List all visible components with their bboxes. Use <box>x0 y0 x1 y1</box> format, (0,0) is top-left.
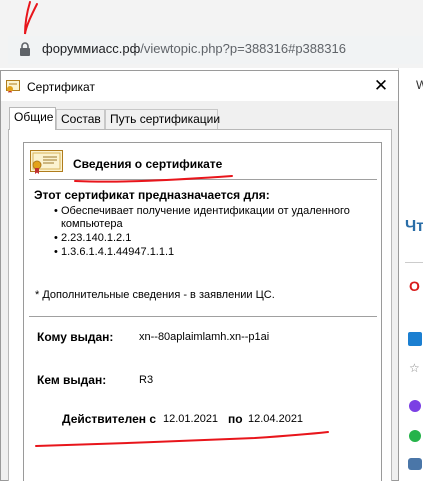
purpose-list: Обеспечивает получение идентификации от … <box>54 205 361 260</box>
star-icon[interactable]: ☆ <box>409 361 420 375</box>
page-text-red: О <box>409 278 420 294</box>
purpose-item: 2.23.140.1.2.1 <box>54 232 361 245</box>
issued-to-label: Кому выдан: <box>37 330 114 344</box>
valid-to-label: по <box>228 412 243 426</box>
separator <box>29 179 377 181</box>
separator <box>29 316 377 318</box>
tab-general[interactable]: Общие <box>9 107 56 130</box>
whatsapp-icon[interactable] <box>409 430 421 442</box>
purpose-item: 1.3.6.1.4.1.44947.1.1.1 <box>54 246 361 259</box>
page-text-w: W <box>416 78 423 92</box>
url-path: /viewtopic.php?p=388316#p388316 <box>140 41 346 56</box>
issued-by-value[interactable]: R3 <box>139 374 153 386</box>
certificate-heading: Сведения о сертификате <box>73 157 223 171</box>
lock-icon[interactable] <box>19 42 31 56</box>
valid-from-date: 12.01.2021 <box>163 413 219 425</box>
page-divider <box>405 262 423 263</box>
browser-toolbar: форуммиасс.рф/viewtopic.php?p=388316#p38… <box>0 0 423 68</box>
background-page: W Что О ☆ <box>398 68 423 481</box>
page-text-chto: Что <box>405 218 423 235</box>
certificate-large-icon <box>30 150 63 174</box>
certificate-icon <box>6 80 20 93</box>
valid-to-date: 12.04.2021 <box>248 413 304 425</box>
purpose-title: Этот сертификат предназначается для: <box>34 188 270 202</box>
issued-by-label: Кем выдан: <box>37 373 107 387</box>
certificate-info-box: Сведения о сертификате Этот сертификат п… <box>23 142 382 481</box>
url-host: форуммиасс.рф <box>42 41 141 56</box>
certificate-dialog: Сертификат ✕ Общие Состав Путь сертифика… <box>0 70 399 481</box>
dialog-title: Сертификат <box>27 80 95 94</box>
vk-icon[interactable] <box>408 458 422 470</box>
tab-details[interactable]: Состав <box>56 109 105 129</box>
url-text[interactable]: форуммиасс.рф/viewtopic.php?p=388316#p38… <box>42 41 346 56</box>
tab-panel-general: Сведения о сертификате Этот сертификат п… <box>8 129 392 481</box>
valid-from-label: Действителен с <box>62 412 156 426</box>
additional-info-note: * Дополнительные сведения - в заявлении … <box>35 289 275 301</box>
purpose-item: Обеспечивает получение идентификации от … <box>54 205 361 231</box>
home-icon[interactable] <box>408 332 422 346</box>
close-button[interactable]: ✕ <box>367 75 395 97</box>
tab-certification-path[interactable]: Путь сертификации <box>105 109 220 129</box>
dialog-titlebar[interactable]: Сертификат ✕ <box>1 71 398 101</box>
messenger-icon[interactable] <box>409 400 421 412</box>
issued-to-value[interactable]: xn--80aplaimlamh.xn--p1ai <box>139 331 269 343</box>
